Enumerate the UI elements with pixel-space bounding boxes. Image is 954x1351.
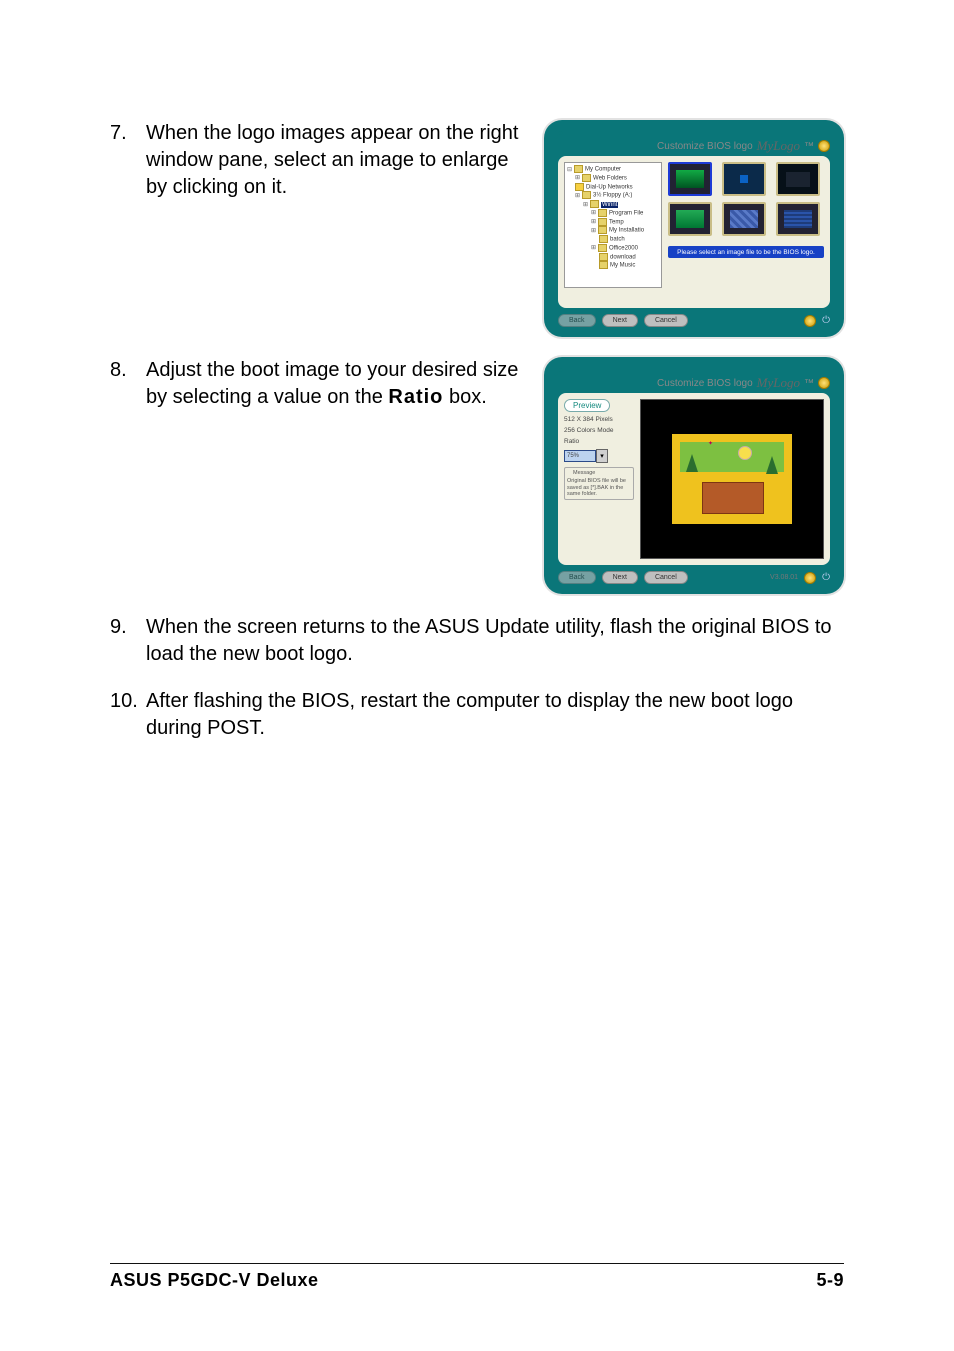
tree-item[interactable]: Temp [609,219,624,225]
next-button[interactable]: Next [602,314,638,327]
back-button[interactable]: Back [558,314,596,327]
step-7-row: 7. When the logo images appear on the ri… [110,120,844,337]
content-panel: ⊟My Computer ⊞Web Folders Dial-Up Networ… [558,156,830,308]
tree-item[interactable]: 3½ Floppy (A:) [593,193,632,199]
page-number: 5-9 [816,1270,844,1291]
indicator-icon [804,572,816,584]
thumbnail-image[interactable] [668,202,712,236]
back-button[interactable]: Back [558,571,596,584]
ratio-label: Ratio [564,438,634,445]
colormode-text: 256 Colors Mode [564,427,634,434]
next-button[interactable]: Next [602,571,638,584]
message-box: Message Original BIOS file will be saved… [564,467,634,500]
thumbnail-image[interactable] [776,162,820,196]
status-text: Please select an image file to be the BI… [668,246,824,258]
step-9-row: 9. When the screen returns to the ASUS U… [110,614,844,668]
brand-mylogo: MyLogo [757,138,800,154]
document-page: 7. When the logo images appear on the ri… [0,0,954,1351]
thumbnail-grid: Please select an image file to be the BI… [668,162,824,302]
brand-bar: Customize BIOS logo MyLogo ™ [558,375,830,391]
ratio-value: 75% [564,450,596,462]
message-title: Message [571,470,597,476]
button-row: Back Next Cancel V3.08.01 ⏻ [558,571,830,584]
page-footer: ASUS P5GDC-V Deluxe 5-9 [110,1263,844,1291]
app-frame: Customize BIOS logo MyLogo ™ ⊟My Compute… [544,120,844,337]
thumbnail-image[interactable] [722,162,766,196]
figure-mylogo-ratio: Customize BIOS logo MyLogo ™ Preview 512… [544,357,844,594]
preview-pane: ✦ [640,399,824,559]
tree-item[interactable]: My Computer [585,167,621,173]
tree-item-selected[interactable]: Winnt [601,202,618,208]
corner-notch-icon [552,365,564,377]
folder-tree[interactable]: ⊟My Computer ⊞Web Folders Dial-Up Networ… [564,162,662,288]
content-panel: Preview 512 X 384 Pixels 256 Colors Mode… [558,393,830,565]
step-10-row: 10. After flashing the BIOS, restart the… [110,688,844,742]
tree-item[interactable]: Dial-Up Networks [586,184,633,190]
step-text: When the screen returns to the ASUS Upda… [146,614,844,668]
tree-item[interactable]: batch [610,237,625,243]
resolution-text: 512 X 384 Pixels [564,416,634,423]
tree-item[interactable]: Office2000 [609,245,638,251]
side-controls: Preview 512 X 384 Pixels 256 Colors Mode… [564,399,634,559]
version-text: V3.08.01 [770,574,798,581]
power-icon[interactable]: ⏻ [822,315,830,326]
tree-item[interactable]: Program File [609,210,643,216]
indicator-icon [804,315,816,327]
trademark-icon: ™ [804,378,814,389]
app-frame: Customize BIOS logo MyLogo ™ Preview 512… [544,357,844,594]
brand-mylogo: MyLogo [757,375,800,391]
footer-rule [110,1263,844,1264]
step-number: 8. [110,357,146,384]
tree-item[interactable]: Web Folders [593,175,627,181]
step-text-bold: Ratio [388,386,443,408]
tree-item[interactable]: download [610,254,636,260]
preview-image: ✦ [672,434,792,524]
trademark-icon: ™ [804,141,814,152]
ratio-select[interactable]: 75% ▾ [564,449,634,463]
step-number: 7. [110,120,146,147]
brand-small-text: Customize BIOS logo [657,378,753,389]
step-text-part: box. [443,386,486,408]
corner-notch-icon [552,128,564,140]
help-icon[interactable] [818,377,830,389]
chevron-down-icon[interactable]: ▾ [596,449,608,463]
thumbnail-image[interactable] [776,202,820,236]
step-text: Adjust the boot image to your desired si… [146,357,544,411]
preview-label: Preview [564,399,610,412]
step-number: 10. [110,688,146,715]
footer-left: ASUS P5GDC-V Deluxe [110,1270,319,1291]
help-icon[interactable] [818,140,830,152]
cancel-button[interactable]: Cancel [644,571,688,584]
brand-bar: Customize BIOS logo MyLogo ™ [558,138,830,154]
step-8-row: 8. Adjust the boot image to your desired… [110,357,844,594]
step-text: After flashing the BIOS, restart the com… [146,688,844,742]
cancel-button[interactable]: Cancel [644,314,688,327]
brand-small-text: Customize BIOS logo [657,141,753,152]
thumbnail-image[interactable] [668,162,712,196]
tree-item[interactable]: My Installatio [609,228,644,234]
step-number: 9. [110,614,146,641]
tree-item[interactable]: My Music [610,263,635,269]
power-icon[interactable]: ⏻ [822,572,830,583]
figure-mylogo-select: Customize BIOS logo MyLogo ™ ⊟My Compute… [544,120,844,337]
button-row: Back Next Cancel ⏻ [558,314,830,327]
thumbnail-image[interactable] [722,202,766,236]
message-body: Original BIOS file will be saved as [*].… [567,478,631,497]
step-text: When the logo images appear on the right… [146,120,544,201]
